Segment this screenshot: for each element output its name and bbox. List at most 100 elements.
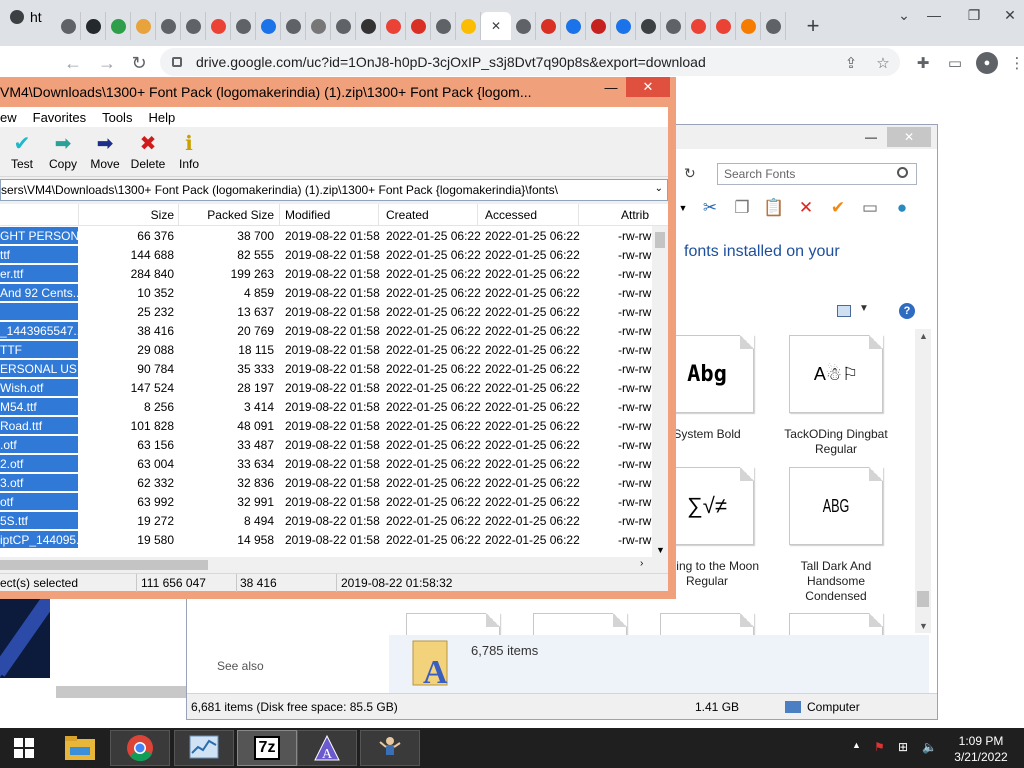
copy-button[interactable]: ➡ Copy: [41, 131, 85, 172]
7zip-close-button[interactable]: ✕: [626, 77, 670, 97]
info-button[interactable]: ℹ Info: [167, 131, 211, 172]
sidebar-icon[interactable]: ▭: [944, 52, 966, 74]
browser-tab[interactable]: [281, 12, 306, 40]
browser-tab[interactable]: [381, 12, 406, 40]
browser-tab[interactable]: [231, 12, 256, 40]
page-horizontal-scrollbar[interactable]: [56, 686, 186, 698]
browser-tab[interactable]: [536, 12, 561, 40]
view-dropdown-icon[interactable]: ▼: [859, 303, 869, 314]
file-row[interactable]: Wish.otf 147 524 28 197 2019-08-22 01:58 202…: [0, 378, 652, 397]
menu-favorites[interactable]: Favorites: [33, 110, 86, 125]
forward-button[interactable]: →: [94, 50, 120, 76]
scroll-thumb[interactable]: [0, 560, 208, 570]
browser-tab[interactable]: [106, 12, 131, 40]
browser-tab[interactable]: [636, 12, 661, 40]
file-list-vertical-scrollbar[interactable]: ▼: [652, 226, 668, 557]
taskbar-file-explorer[interactable]: [50, 730, 110, 766]
7zip-path-bar[interactable]: sers\VM4\Downloads\1300+ Font Pack (logo…: [0, 179, 668, 201]
fonts-minimize-button[interactable]: —: [857, 127, 885, 147]
globe-network-icon[interactable]: ●: [891, 197, 913, 219]
scroll-thumb[interactable]: [917, 591, 929, 607]
network-icon[interactable]: ⊞: [898, 740, 908, 754]
file-row[interactable]: iptCP_144095... 19 580 14 958 2019-08-22 01…: [0, 530, 652, 549]
file-row[interactable]: 2.otf 63 004 33 634 2019-08-22 01:58 2022-01…: [0, 454, 652, 473]
browser-tab[interactable]: [431, 12, 456, 40]
properties-icon[interactable]: ▭: [859, 197, 881, 219]
delete-button[interactable]: ✖ Delete: [126, 131, 170, 172]
delete-icon[interactable]: ✕: [795, 197, 817, 219]
taskbar-user-app[interactable]: [360, 730, 420, 766]
taskbar-font-app[interactable]: A: [297, 730, 357, 766]
menu-tools[interactable]: Tools: [102, 110, 132, 125]
font-tile[interactable]: ABG Tall Dark And Handsome Condensed: [776, 467, 896, 604]
taskbar-7zip[interactable]: 7z: [237, 730, 297, 766]
address-bar[interactable]: drive.google.com/uc?id=1OnJ8-h0pD-3cjOxI…: [160, 48, 900, 76]
browser-tab[interactable]: [661, 12, 686, 40]
browser-tab[interactable]: [406, 12, 431, 40]
dropdown-arrow-icon[interactable]: ▼: [677, 197, 689, 219]
browser-tab[interactable]: [456, 12, 481, 40]
menu-view[interactable]: ew: [0, 110, 17, 125]
file-row[interactable]: 25 232 13 637 2019-08-22 01:58 2022-01-25 0…: [0, 302, 652, 321]
file-row[interactable]: _1443965547... 38 416 20 769 2019-08-22 01:…: [0, 321, 652, 340]
file-row[interactable]: 5S.ttf 19 272 8 494 2019-08-22 01:58 2022-01…: [0, 511, 652, 530]
browser-tab[interactable]: [586, 12, 611, 40]
browser-tab[interactable]: [356, 12, 381, 40]
column-packed-size[interactable]: Packed Size: [190, 208, 274, 222]
file-row[interactable]: .otf 63 156 33 487 2019-08-22 01:58 2022-01-…: [0, 435, 652, 454]
tab-first[interactable]: ht: [0, 0, 48, 34]
font-tile[interactable]: A☃⚐ TackODing Dingbat Regular: [776, 335, 896, 457]
menu-help[interactable]: Help: [148, 110, 175, 125]
column-accessed[interactable]: Accessed: [485, 208, 537, 222]
file-row[interactable]: GHT PERSON... 66 376 38 700 2019-08-22 01:5…: [0, 226, 652, 245]
scroll-right-icon[interactable]: ›: [640, 558, 643, 569]
profile-avatar-icon[interactable]: ●: [976, 52, 998, 74]
close-browser-button[interactable]: ✕: [986, 0, 1024, 30]
column-size[interactable]: Size: [120, 208, 174, 222]
cut-icon[interactable]: ✂: [699, 197, 721, 219]
new-tab-button[interactable]: +: [798, 12, 828, 40]
browser-tab[interactable]: [561, 12, 586, 40]
share-icon[interactable]: ⇪: [840, 52, 862, 74]
move-button[interactable]: ➡ Move: [83, 131, 127, 172]
browser-tab[interactable]: [511, 12, 536, 40]
path-dropdown-icon[interactable]: ⌄: [655, 183, 663, 194]
fonts-close-button[interactable]: ✕: [887, 127, 931, 147]
refresh-icon[interactable]: ↻: [684, 165, 696, 182]
taskbar-chrome[interactable]: [110, 730, 170, 766]
browser-tab[interactable]: [761, 12, 786, 40]
file-row[interactable]: er.ttf 284 840 199 263 2019-08-22 01:58 2022…: [0, 264, 652, 283]
column-attrib[interactable]: Attrib: [621, 208, 649, 222]
file-row[interactable]: And 92 Cents.... 10 352 4 859 2019-08-22 01…: [0, 283, 652, 302]
file-row[interactable]: 3.otf 62 332 32 836 2019-08-22 01:58 2022-01…: [0, 473, 652, 492]
file-row[interactable]: Road.ttf 101 828 48 091 2019-08-22 01:58 202…: [0, 416, 652, 435]
checkmark-icon[interactable]: ✔: [827, 197, 849, 219]
bookmark-star-icon[interactable]: ☆: [872, 52, 894, 74]
fonts-search-input[interactable]: Search Fonts: [717, 163, 917, 185]
file-row[interactable]: TTF 29 088 18 115 2019-08-22 01:58 2022-01-2…: [0, 340, 652, 359]
browser-tab[interactable]: [56, 12, 81, 40]
file-row[interactable]: M54.ttf 8 256 3 414 2019-08-22 01:58 2022-01…: [0, 397, 652, 416]
view-mode-icon[interactable]: [837, 305, 851, 317]
browser-tab[interactable]: [331, 12, 356, 40]
taskbar-clock[interactable]: 1:09 PM 3/21/2022: [946, 733, 1016, 765]
test-button[interactable]: ✔ Test: [0, 131, 44, 172]
tray-expand-icon[interactable]: ▲: [852, 740, 861, 750]
taskbar-task-manager[interactable]: [174, 730, 234, 766]
paste-icon[interactable]: 📋: [763, 197, 785, 219]
fonts-vertical-scrollbar[interactable]: ▲ ▼: [915, 329, 931, 633]
volume-muted-icon[interactable]: 🔈: [922, 740, 937, 754]
browser-tab[interactable]: [131, 12, 156, 40]
browser-tab[interactable]: [81, 12, 106, 40]
file-list-horizontal-scrollbar[interactable]: ›: [0, 557, 668, 573]
browser-tab[interactable]: [256, 12, 281, 40]
scroll-down-icon[interactable]: ▼: [656, 545, 665, 555]
file-row[interactable]: ERSONAL US... 90 784 35 333 2019-08-22 01:5…: [0, 359, 652, 378]
browser-tab[interactable]: [736, 12, 761, 40]
back-button[interactable]: ←: [60, 50, 86, 76]
menu-kebab-icon[interactable]: ⋮: [1006, 52, 1024, 74]
reload-button[interactable]: ↻: [126, 50, 152, 76]
file-row[interactable]: otf 63 992 32 991 2019-08-22 01:58 2022-01-2…: [0, 492, 652, 511]
browser-tab[interactable]: [181, 12, 206, 40]
browser-tab[interactable]: [611, 12, 636, 40]
